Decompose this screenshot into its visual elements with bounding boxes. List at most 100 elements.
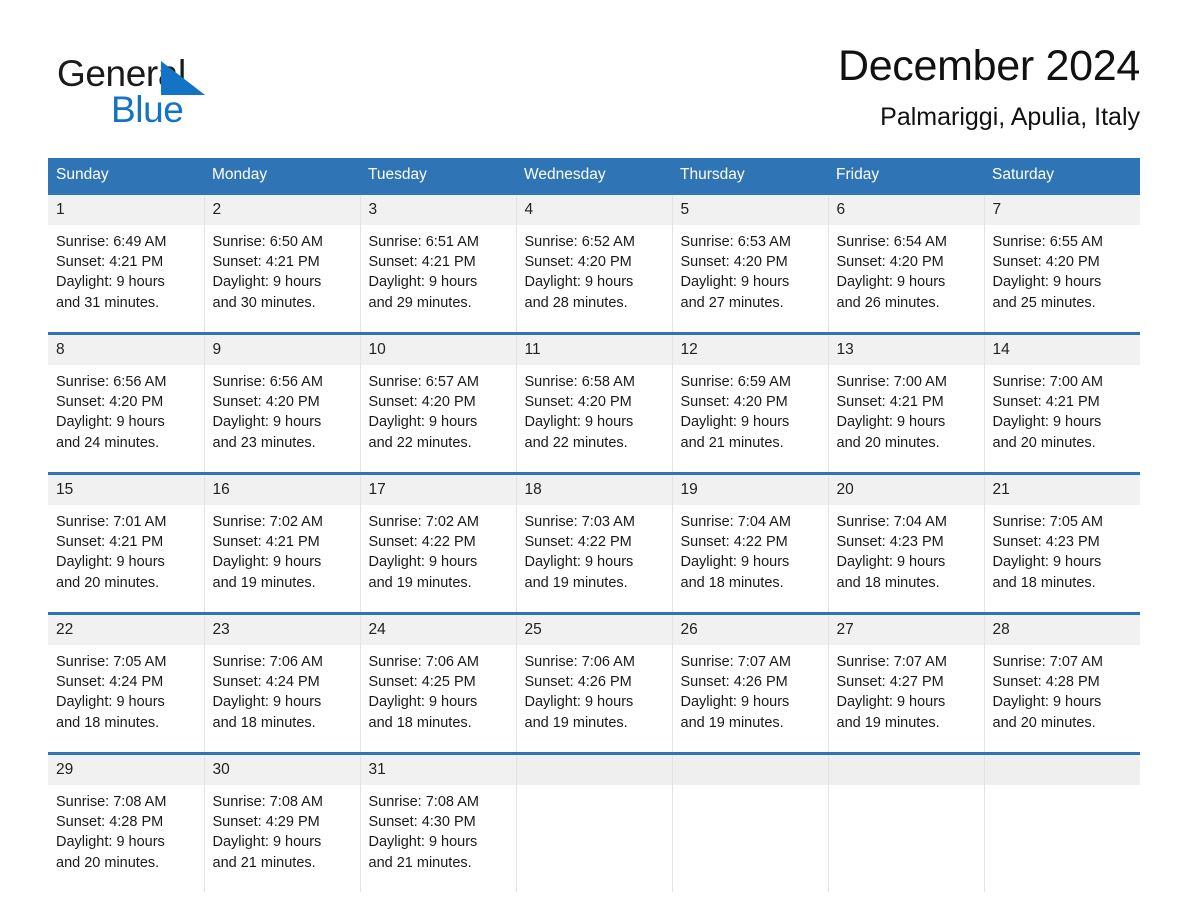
day-cell[interactable]: 11 Sunrise: 6:58 AM Sunset: 4:20 PM Dayligh… [516, 332, 673, 474]
day-number: 23 [212, 621, 230, 638]
day-cell[interactable]: 4 Sunrise: 6:52 AM Sunset: 4:20 PM Daylight… [516, 192, 673, 334]
day-detail-line: Sunset: 4:22 PM [368, 534, 476, 551]
day-detail-line: Sunrise: 7:06 AM [368, 654, 479, 670]
day-detail-line: Sunrise: 6:56 AM [56, 374, 167, 390]
day-detail-line: Sunset: 4:21 PM [368, 254, 476, 271]
day-detail-line: and 24 minutes. [56, 434, 160, 451]
day-detail-line: and 22 minutes. [368, 434, 472, 451]
calendar-page: General Blue December 2024 Palmariggi, A… [0, 0, 1188, 918]
day-cell[interactable]: 26 Sunrise: 7:07 AM Sunset: 4:26 PM Dayligh… [672, 612, 829, 754]
day-cell[interactable]: 31 Sunrise: 7:08 AM Sunset: 4:30 PM Dayligh… [360, 752, 517, 892]
day-cell[interactable]: 28 Sunrise: 7:07 AM Sunset: 4:28 PM Dayligh… [984, 612, 1141, 754]
day-number-band: 27 [828, 615, 984, 645]
day-cell[interactable]: 15 Sunrise: 7:01 AM Sunset: 4:21 PM Dayligh… [48, 472, 205, 614]
day-detail-line: Sunrise: 7:08 AM [212, 794, 323, 810]
day-cell[interactable]: 18 Sunrise: 7:03 AM Sunset: 4:22 PM Dayligh… [516, 472, 673, 614]
day-cell[interactable]: 7 Sunrise: 6:55 AM Sunset: 4:20 PM Daylight… [984, 192, 1140, 334]
day-detail-line: Sunset: 4:20 PM [992, 254, 1100, 271]
day-detail-line: Sunset: 4:21 PM [992, 394, 1100, 411]
day-number-band: 18 [516, 475, 672, 505]
day-detail-line: Daylight: 9 hours [524, 274, 634, 291]
day-detail-line: Sunrise: 7:02 AM [368, 514, 479, 530]
day-number: 29 [56, 761, 74, 778]
day-number-band: 3 [360, 195, 516, 225]
day-details: Sunrise: 7:01 AM Sunset: 4:21 PM Daylight:… [48, 505, 204, 612]
empty-day-cell [828, 752, 985, 892]
day-cell[interactable]: 2 Sunrise: 6:50 AM Sunset: 4:21 PM Daylight… [204, 192, 361, 334]
day-detail-line: and 22 minutes. [524, 434, 628, 451]
day-number-band: 24 [360, 615, 516, 645]
day-detail-line: Daylight: 9 hours [212, 414, 322, 431]
day-cell[interactable]: 27 Sunrise: 7:07 AM Sunset: 4:27 PM Dayligh… [828, 612, 985, 754]
day-number: 9 [212, 341, 222, 358]
day-cell[interactable]: 5 Sunrise: 6:53 AM Sunset: 4:20 PM Daylight… [672, 192, 829, 334]
day-cell[interactable]: 14 Sunrise: 7:00 AM Sunset: 4:21 PM Dayligh… [984, 332, 1141, 474]
day-detail-line: and 19 minutes. [524, 714, 628, 731]
day-cell[interactable]: 12 Sunrise: 6:59 AM Sunset: 4:20 PM Dayligh… [672, 332, 829, 474]
day-detail-line: Sunrise: 6:52 AM [524, 234, 635, 250]
generalblue-logo[interactable]: General Blue [57, 52, 357, 142]
day-number: 2 [212, 201, 222, 218]
day-detail-line: and 25 minutes. [992, 294, 1096, 311]
day-details: Sunrise: 7:07 AM Sunset: 4:28 PM Daylight:… [985, 645, 1141, 752]
day-cell[interactable]: 20 Sunrise: 7:04 AM Sunset: 4:23 PM Dayligh… [828, 472, 985, 614]
day-cell[interactable]: 13 Sunrise: 7:00 AM Sunset: 4:21 PM Dayligh… [828, 332, 985, 474]
day-details: Sunrise: 7:00 AM Sunset: 4:21 PM Daylight:… [985, 365, 1141, 472]
day-cell[interactable]: 25 Sunrise: 7:06 AM Sunset: 4:26 PM Dayligh… [516, 612, 673, 754]
day-detail-line: Sunrise: 6:53 AM [680, 234, 791, 250]
day-detail-line: Sunrise: 6:59 AM [680, 374, 791, 390]
day-cell[interactable]: 1 Sunrise: 6:49 AM Sunset: 4:21 PM Daylight… [48, 192, 205, 334]
day-detail-line: and 29 minutes. [368, 294, 472, 311]
day-cell[interactable]: 30 Sunrise: 7:08 AM Sunset: 4:29 PM Dayligh… [204, 752, 361, 892]
day-detail-line: Sunrise: 7:04 AM [836, 514, 947, 530]
day-number: 25 [524, 621, 542, 638]
day-number: 27 [836, 621, 854, 638]
day-cell[interactable]: 9 Sunrise: 6:56 AM Sunset: 4:20 PM Daylight… [204, 332, 361, 474]
page-subtitle: Palmariggi, Apulia, Italy [880, 103, 1140, 131]
day-cell[interactable]: 3 Sunrise: 6:51 AM Sunset: 4:21 PM Daylight… [360, 192, 517, 334]
day-detail-line: Sunrise: 7:06 AM [524, 654, 635, 670]
weekday-header-saturday: Saturday [984, 158, 1140, 194]
weekday-header-thursday: Thursday [672, 158, 828, 194]
day-cell[interactable]: 8 Sunrise: 6:56 AM Sunset: 4:20 PM Daylight… [48, 332, 205, 474]
day-cell[interactable]: 17 Sunrise: 7:02 AM Sunset: 4:22 PM Dayligh… [360, 472, 517, 614]
day-detail-line: and 18 minutes. [212, 714, 316, 731]
day-number-band: 1 [48, 195, 204, 225]
day-number-band: 12 [672, 335, 828, 365]
day-details: Sunrise: 6:56 AM Sunset: 4:20 PM Daylight:… [205, 365, 360, 472]
day-detail-line: Sunrise: 7:02 AM [212, 514, 323, 530]
day-detail-line: Sunset: 4:20 PM [56, 394, 164, 411]
day-detail-line: Daylight: 9 hours [56, 694, 165, 711]
day-detail-line: Daylight: 9 hours [524, 414, 634, 431]
day-cell[interactable]: 16 Sunrise: 7:02 AM Sunset: 4:21 PM Dayligh… [204, 472, 361, 614]
day-number: 12 [680, 341, 698, 358]
day-detail-line: Daylight: 9 hours [212, 274, 322, 291]
day-details: Sunrise: 7:02 AM Sunset: 4:22 PM Daylight:… [361, 505, 516, 612]
day-detail-line: Daylight: 9 hours [56, 554, 165, 571]
day-cell[interactable]: 21 Sunrise: 7:05 AM Sunset: 4:23 PM Dayligh… [984, 472, 1141, 614]
day-details: Sunrise: 7:08 AM Sunset: 4:29 PM Daylight:… [205, 785, 360, 892]
day-cell[interactable]: 23 Sunrise: 7:06 AM Sunset: 4:24 PM Dayligh… [204, 612, 361, 754]
day-detail-line: and 26 minutes. [836, 294, 940, 311]
day-cell[interactable]: 29 Sunrise: 7:08 AM Sunset: 4:28 PM Dayligh… [48, 752, 205, 892]
day-cell[interactable]: 22 Sunrise: 7:05 AM Sunset: 4:24 PM Dayligh… [48, 612, 205, 754]
day-detail-line: Daylight: 9 hours [992, 694, 1102, 711]
day-detail-line: Sunset: 4:26 PM [524, 674, 632, 691]
day-details: Sunrise: 7:05 AM Sunset: 4:23 PM Daylight:… [985, 505, 1141, 612]
day-cell[interactable]: 19 Sunrise: 7:04 AM Sunset: 4:22 PM Dayligh… [672, 472, 829, 614]
day-detail-line: Sunrise: 6:51 AM [368, 234, 479, 250]
day-cell[interactable]: 10 Sunrise: 6:57 AM Sunset: 4:20 PM Dayligh… [360, 332, 517, 474]
day-cell[interactable]: 24 Sunrise: 7:06 AM Sunset: 4:25 PM Dayligh… [360, 612, 517, 754]
day-number-band: 10 [360, 335, 516, 365]
calendar-week-row: 22 Sunrise: 7:05 AM Sunset: 4:24 PM Dayligh… [48, 612, 1141, 754]
day-details: Sunrise: 7:06 AM Sunset: 4:25 PM Daylight:… [361, 645, 516, 752]
day-detail-line: and 19 minutes. [212, 574, 316, 591]
day-detail-line: and 18 minutes. [836, 574, 940, 591]
day-detail-line: Daylight: 9 hours [992, 274, 1102, 291]
day-details: Sunrise: 7:00 AM Sunset: 4:21 PM Daylight:… [829, 365, 984, 472]
weekday-header-sunday: Sunday [48, 158, 204, 194]
day-number-band: 16 [204, 475, 360, 505]
day-number: 7 [992, 201, 1002, 218]
day-cell[interactable]: 6 Sunrise: 6:54 AM Sunset: 4:20 PM Daylight… [828, 192, 985, 334]
title-block: December 2024 Palmariggi, Apulia, Italy [440, 38, 1140, 134]
